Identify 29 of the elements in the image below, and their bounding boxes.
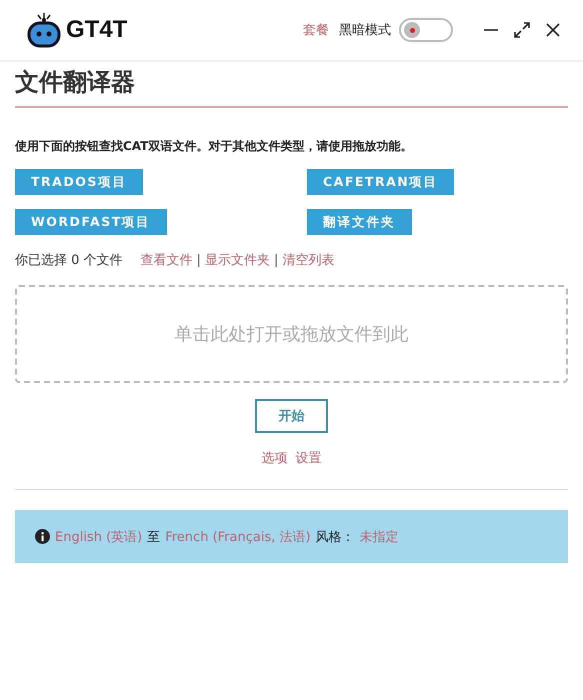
option-link[interactable]: 设置 [296, 449, 322, 467]
plan-link[interactable]: 套餐 [303, 21, 329, 39]
language-link[interactable]: English (英语) [55, 528, 142, 546]
dark-mode-label: 黑暗模式 [339, 22, 391, 39]
project-button[interactable]: CAFETRAN项目 [307, 169, 454, 195]
drop-zone[interactable]: 单击此处打开或拖放文件到此 [15, 285, 568, 383]
dark-mode-toggle[interactable] [399, 18, 453, 42]
robot-logo-icon [26, 12, 62, 48]
instruction-text: 使用下面的按钮查找CAT双语文件。对于其他文件类型，请使用拖放功能。 [15, 138, 414, 155]
maximize-icon[interactable] [513, 21, 531, 39]
separator: | [274, 252, 278, 268]
project-button[interactable]: WORDFAST项目 [15, 209, 167, 235]
separator: | [196, 252, 201, 268]
language-link[interactable]: French (Français, 法语) [165, 528, 311, 546]
info-text: 至 [147, 528, 160, 546]
file-link[interactable]: 查看文件 [140, 251, 193, 269]
project-button[interactable]: TRADOS项目 [15, 169, 143, 195]
close-icon[interactable] [545, 22, 561, 38]
language-link[interactable]: 未指定 [360, 528, 399, 546]
selection-count: 你已选择 0 个文件 [15, 252, 123, 269]
file-link[interactable]: 清空列表 [282, 251, 334, 269]
option-link[interactable]: 选项 [262, 449, 288, 467]
logo-text: GT4T [66, 16, 128, 44]
info-text: 风格： [316, 528, 355, 546]
project-button[interactable]: 翻译文件夹 [307, 209, 412, 235]
page-title: 文件翻译器 [15, 62, 568, 108]
file-link[interactable]: 显示文件夹 [204, 251, 270, 269]
info-icon [35, 529, 50, 544]
start-button[interactable]: 开始 [255, 399, 328, 433]
